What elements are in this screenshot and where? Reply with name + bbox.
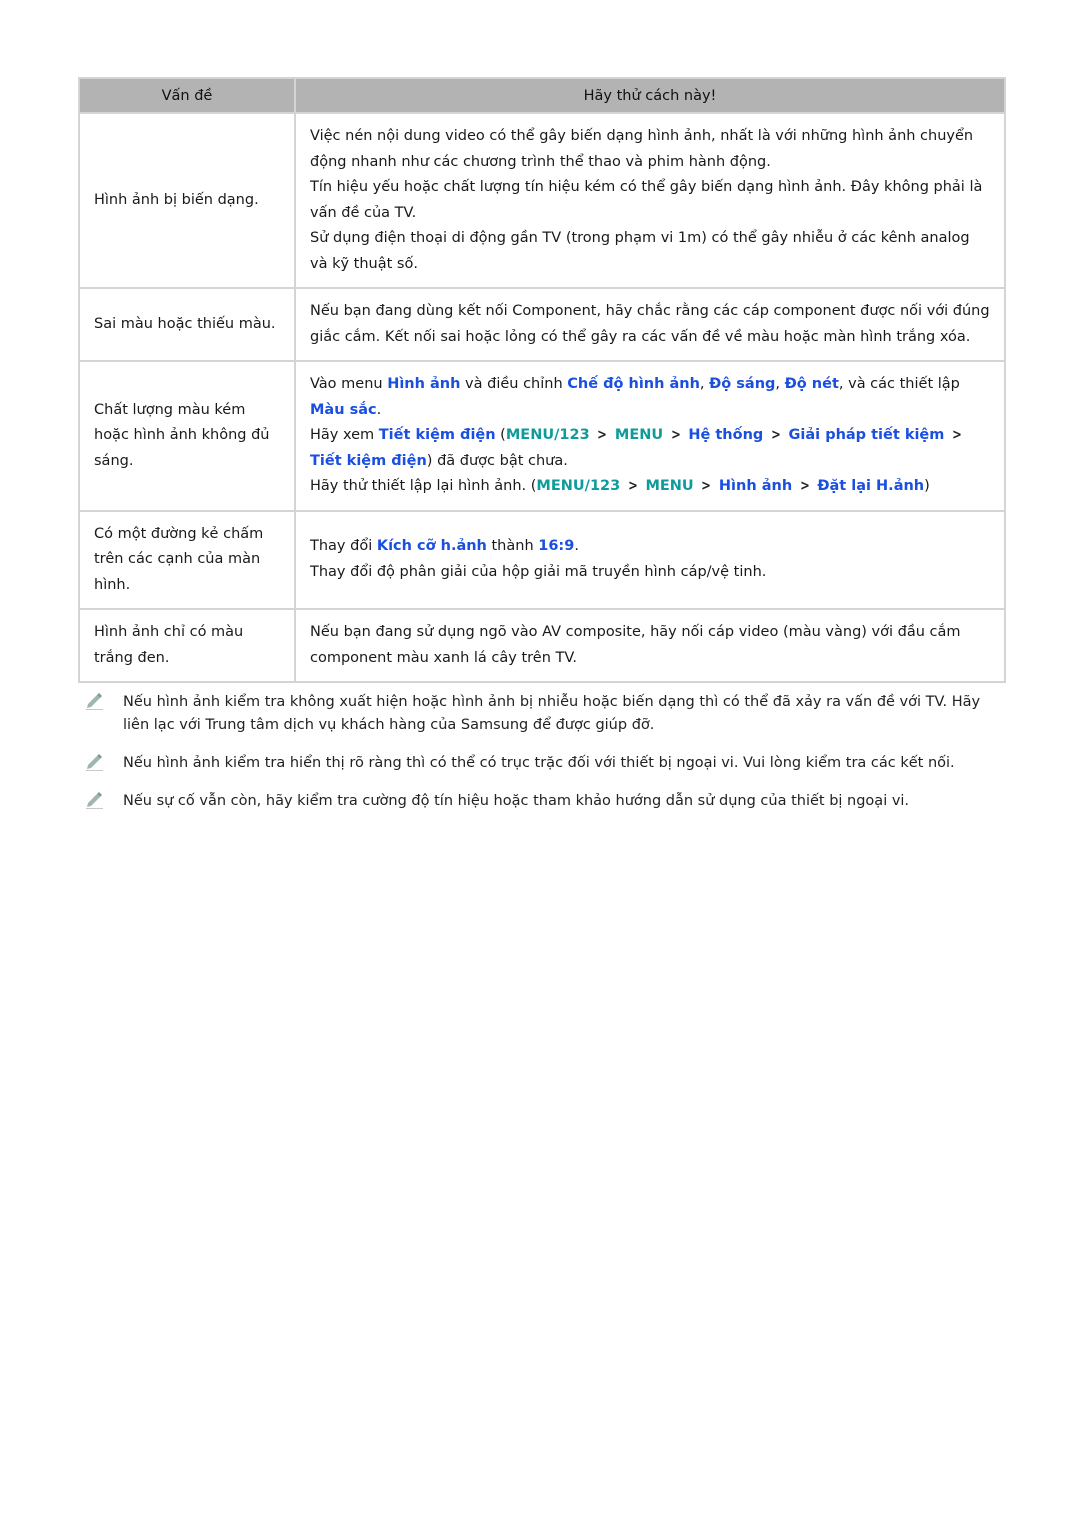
problem-cell: Hình ảnh chỉ có màu trắng đen.	[78, 608, 296, 683]
solution-text: Tín hiệu yếu hoặc chất lượng tín hiệu ké…	[310, 179, 983, 221]
table-row: Hình ảnh bị biến dạng. Việc nén nội dung…	[78, 112, 1006, 289]
table-row: Hình ảnh chỉ có màu trắng đen. Nếu bạn đ…	[78, 608, 1006, 683]
table-header-row: Vấn đề Hãy thử cách này!	[78, 77, 1006, 114]
solution-text: Nếu bạn đang dùng kết nối Component, hãy…	[310, 303, 990, 345]
note-text: Nếu hình ảnh kiểm tra không xuất hiện ho…	[123, 694, 981, 733]
menu-path-energy-saving[interactable]: Tiết kiệm điện	[310, 453, 427, 469]
chevron-right-icon: >	[670, 427, 681, 443]
text: Hãy thử thiết lập lại hình ảnh. (	[310, 478, 537, 494]
note-item: Nếu sự cố vẫn còn, hãy kiểm tra cường độ…	[78, 790, 1004, 813]
text: và điều chỉnh	[460, 376, 568, 392]
chevron-right-icon: >	[627, 478, 638, 494]
problem-cell: Chất lượng màu kém hoặc hình ảnh không đ…	[78, 360, 296, 512]
table-row: Chất lượng màu kém hoặc hình ảnh không đ…	[78, 360, 1006, 512]
menu-link-brightness[interactable]: Độ sáng	[709, 376, 775, 392]
column-header-problem: Vấn đề	[78, 77, 296, 114]
menu-path-menu[interactable]: MENU	[615, 427, 663, 443]
problem-cell: Sai màu hoặc thiếu màu.	[78, 287, 296, 362]
menu-path-reset-picture[interactable]: Đặt lại H.ảnh	[817, 478, 924, 494]
pencil-note-icon	[86, 693, 103, 710]
solution-cell: Vào menu Hình ảnh và điều chỉnh Chế độ h…	[294, 360, 1006, 512]
note-item: Nếu hình ảnh kiểm tra hiển thị rõ ràng t…	[78, 752, 1004, 775]
chevron-right-icon: >	[952, 427, 962, 443]
troubleshooting-page: Vấn đề Hãy thử cách này! Hình ảnh bị biế…	[78, 77, 1006, 828]
note-text: Nếu hình ảnh kiểm tra hiển thị rõ ràng t…	[123, 755, 955, 771]
menu-path-system[interactable]: Hệ thống	[688, 427, 763, 443]
table-row: Có một đường kẻ chấm trên các cạnh của m…	[78, 509, 1006, 610]
menu-path-menu[interactable]: MENU	[645, 478, 693, 494]
solution-cell: Thay đổi Kích cỡ h.ảnh thành 16:9. Thay …	[294, 509, 1006, 610]
text: Hãy xem	[310, 427, 379, 443]
menu-path-picture[interactable]: Hình ảnh	[719, 478, 792, 494]
solution-text: Sử dụng điện thoại di động gần TV (trong…	[310, 230, 970, 272]
menu-link-sharpness[interactable]: Độ nét	[785, 376, 839, 392]
note-text: Nếu sự cố vẫn còn, hãy kiểm tra cường độ…	[123, 793, 910, 809]
text: ,	[775, 376, 785, 392]
chevron-right-icon: >	[771, 427, 781, 443]
menu-link-picture-mode[interactable]: Chế độ hình ảnh	[567, 376, 700, 392]
menu-link-picture-size[interactable]: Kích cỡ h.ảnh	[377, 538, 487, 554]
column-header-solution: Hãy thử cách này!	[294, 77, 1006, 114]
text: ) đã được bật chưa.	[426, 452, 568, 469]
solution-cell: Nếu bạn đang sử dụng ngõ vào AV composit…	[294, 608, 1006, 683]
menu-path-menu123[interactable]: MENU/123	[506, 427, 590, 443]
chevron-right-icon: >	[799, 478, 810, 494]
text: Vào menu	[310, 376, 388, 392]
text: Thay đổi	[310, 538, 377, 555]
pencil-note-icon	[86, 754, 103, 771]
text: (	[495, 427, 506, 443]
solution-text: Hãy xem Tiết kiệm điện (MENU/123 > MENU …	[310, 423, 990, 474]
solution-text: Nếu bạn đang sử dụng ngõ vào AV composit…	[310, 624, 961, 666]
text: .	[574, 538, 579, 555]
menu-link-picture[interactable]: Hình ảnh	[387, 376, 460, 392]
solution-text: Việc nén nội dung video có thể gây biến …	[310, 128, 974, 170]
text: ,	[699, 376, 710, 392]
solution-text: Vào menu Hình ảnh và điều chỉnh Chế độ h…	[310, 372, 990, 423]
note-item: Nếu hình ảnh kiểm tra không xuất hiện ho…	[78, 691, 1004, 737]
menu-link-color[interactable]: Màu sắc	[310, 402, 377, 418]
menu-link-energy-saving[interactable]: Tiết kiệm điện	[379, 427, 496, 443]
troubleshooting-table: Vấn đề Hãy thử cách này! Hình ảnh bị biế…	[78, 77, 1006, 683]
chevron-right-icon: >	[597, 427, 608, 443]
solution-text: Thay đổi độ phân giải của hộp giải mã tr…	[310, 563, 767, 580]
problem-cell: Hình ảnh bị biến dạng.	[78, 112, 296, 289]
text: thành	[486, 538, 539, 555]
menu-path-menu123[interactable]: MENU/123	[536, 478, 620, 494]
text: , và các thiết lập	[838, 376, 960, 392]
text: .	[376, 401, 382, 418]
menu-path-eco-solution[interactable]: Giải pháp tiết kiệm	[789, 427, 945, 443]
chevron-right-icon: >	[701, 478, 712, 494]
notes-list: Nếu hình ảnh kiểm tra không xuất hiện ho…	[78, 691, 1004, 813]
pencil-note-icon	[86, 792, 103, 809]
problem-cell: Có một đường kẻ chấm trên các cạnh của m…	[78, 509, 296, 610]
table-row: Sai màu hoặc thiếu màu. Nếu bạn đang dùn…	[78, 287, 1006, 362]
text: )	[924, 478, 930, 494]
aspect-ratio-value[interactable]: 16:9	[538, 538, 574, 554]
solution-text: Hãy thử thiết lập lại hình ảnh. (MENU/12…	[310, 474, 990, 500]
solution-cell: Nếu bạn đang dùng kết nối Component, hãy…	[294, 287, 1006, 362]
solution-text: Thay đổi Kích cỡ h.ảnh thành 16:9.	[310, 534, 990, 560]
solution-cell: Việc nén nội dung video có thể gây biến …	[294, 112, 1006, 289]
